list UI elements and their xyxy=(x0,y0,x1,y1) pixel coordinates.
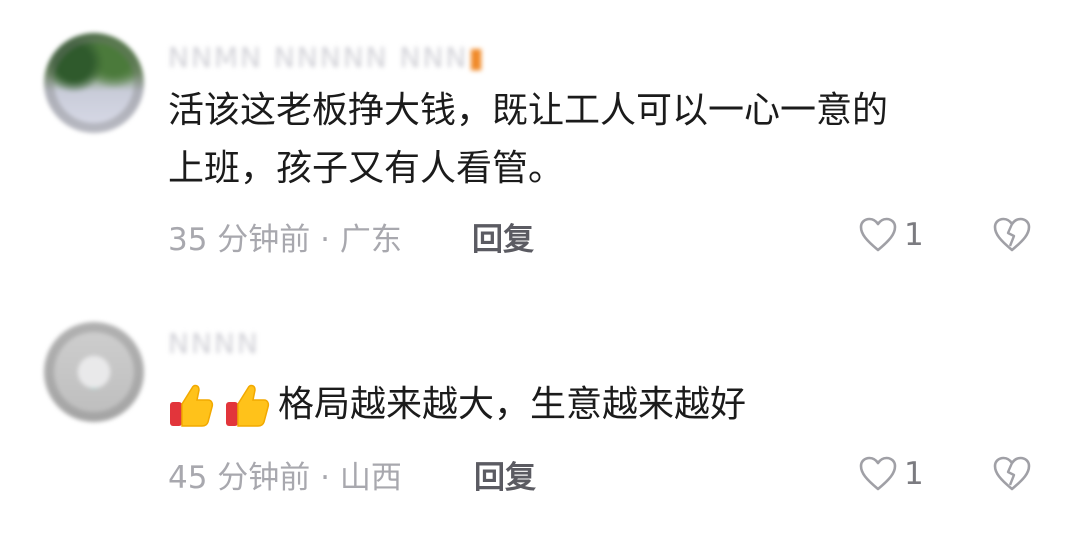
reply-button[interactable]: 回复 xyxy=(472,214,534,259)
like-count: 1 xyxy=(904,217,924,253)
thumbs-up-emoji-icon xyxy=(168,380,214,430)
avatar[interactable] xyxy=(44,322,144,422)
comment-body: 格局越来越大，生意越来越好 xyxy=(168,376,746,434)
avatar[interactable] xyxy=(44,33,144,133)
broken-heart-icon xyxy=(993,217,1031,252)
like-button[interactable]: 1 xyxy=(858,216,924,254)
broken-heart-icon xyxy=(993,456,1031,491)
thumbs-up-emoji-icon xyxy=(224,380,270,430)
username[interactable]: ΝΝΝΝ xyxy=(168,326,260,362)
comment-meta: 35 分钟前 · 广东 xyxy=(168,222,402,258)
comment-meta: 45 分钟前 · 山西 xyxy=(168,460,402,496)
dislike-button[interactable] xyxy=(992,455,1032,497)
comment-text: 活该这老板挣大钱，既让工人可以一心一意的 上班，孩子又有人看管。 xyxy=(168,90,889,189)
comment-text: 格局越来越大，生意越来越好 xyxy=(278,384,747,425)
like-button[interactable]: 1 xyxy=(858,455,924,493)
heart-icon xyxy=(859,456,897,491)
heart-icon xyxy=(859,217,897,252)
dislike-button[interactable] xyxy=(992,216,1032,258)
reply-button[interactable]: 回复 xyxy=(474,452,536,497)
like-count: 1 xyxy=(904,456,924,492)
username[interactable]: ΝΝΜΝ ΝΝΝΝΝ ΝΝΝ▮ xyxy=(168,40,486,76)
